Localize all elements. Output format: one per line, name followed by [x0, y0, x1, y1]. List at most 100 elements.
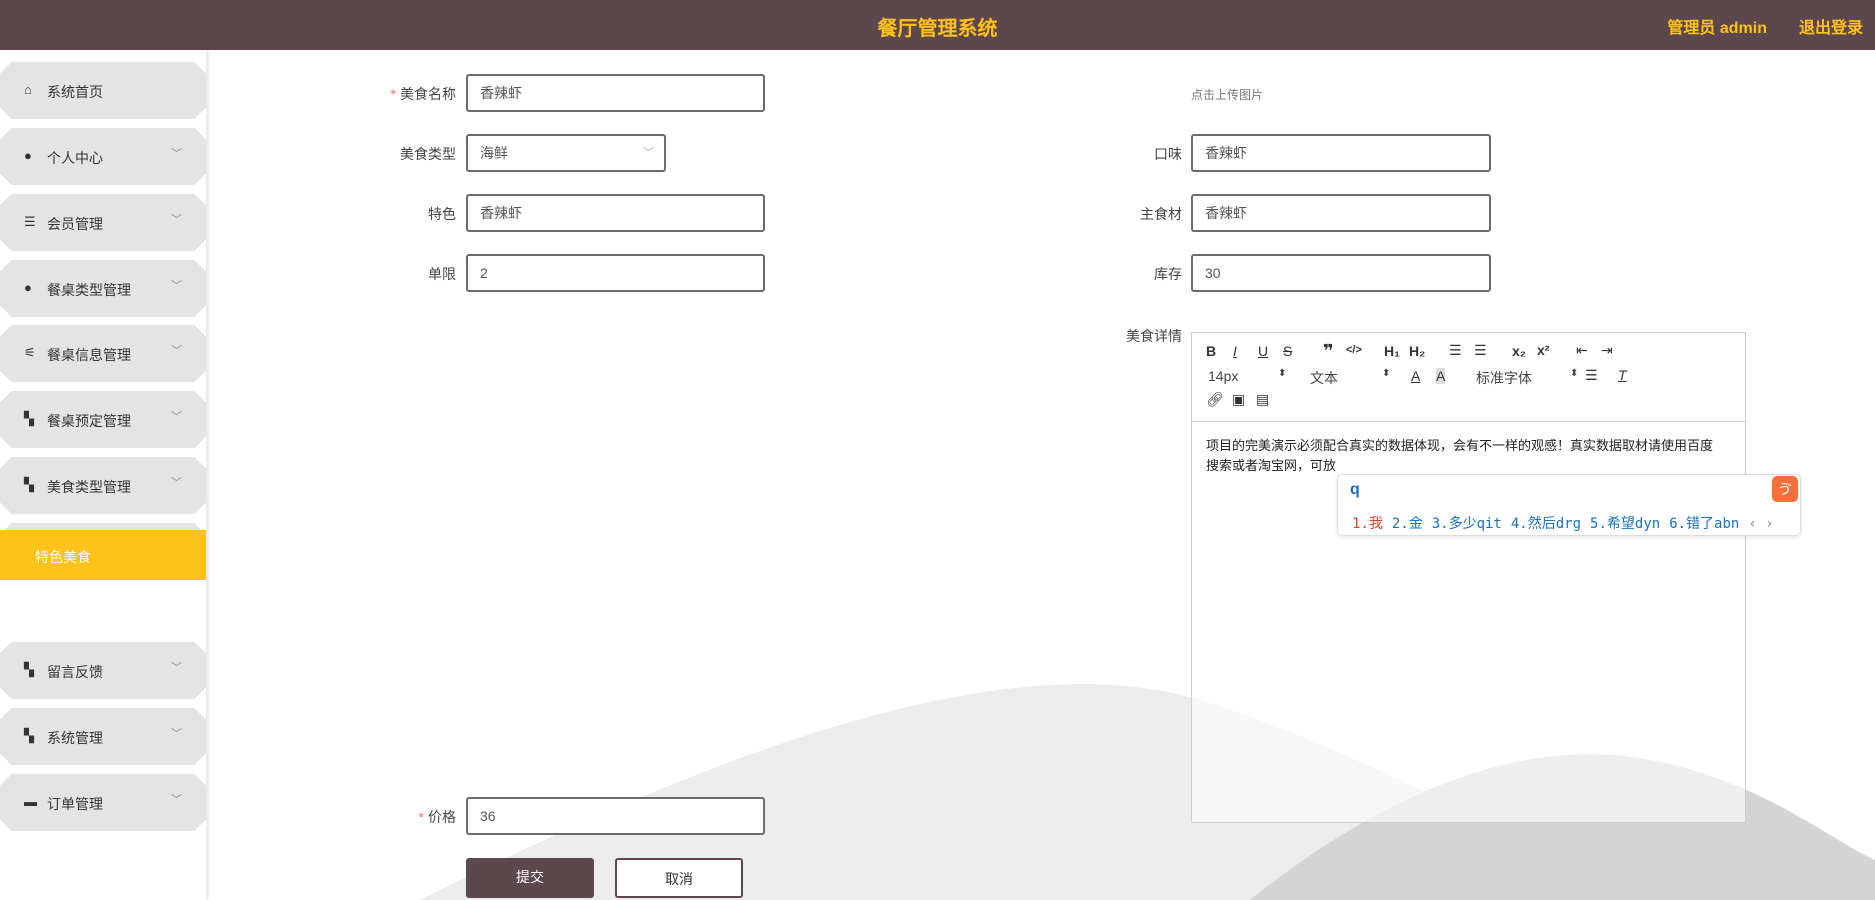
h2-icon[interactable]: H₂	[1409, 343, 1425, 359]
list-icon: ☰	[24, 214, 36, 229]
sidebar-item[interactable]: ⌂ 系统首页	[0, 62, 206, 119]
price-input[interactable]: 36	[466, 797, 765, 835]
ime-page-nav[interactable]: ‹ ›	[1748, 516, 1773, 532]
chevron-icon: ﹀	[171, 728, 182, 740]
name-label: * 美食名称	[336, 84, 456, 104]
background-color-icon[interactable]: A	[1436, 368, 1446, 384]
editor-toolbar: B I U S ❞ </> H₁ H₂ ☰ ☰ x₂ x² ⇤ ⇥ 14px ⬍ …	[1192, 333, 1745, 422]
grid-icon: ▚	[24, 411, 34, 426]
sidebar-item-label: 会员管理	[47, 216, 103, 232]
sidebar-item[interactable]: ▚ 美食类型管理 ﹀	[0, 457, 206, 514]
sidebar-item[interactable]: ☰ 会员管理 ﹀	[0, 194, 206, 251]
ime-candidate[interactable]: 2.金	[1392, 516, 1423, 532]
superscript-icon[interactable]: x²	[1537, 342, 1549, 358]
required-mark: *	[418, 809, 424, 825]
logout-link[interactable]: 退出登录	[1799, 14, 1863, 38]
code-icon[interactable]: </>	[1346, 344, 1362, 356]
limit-input[interactable]: 2	[466, 254, 765, 292]
top-header: 餐厅管理系统 管理员 admin 退出登录	[0, 0, 1875, 50]
app-title: 餐厅管理系统	[877, 18, 998, 40]
link-icon[interactable]: 🔗︎	[1206, 391, 1224, 408]
sidebar-item-label: 餐桌类型管理	[47, 282, 131, 298]
ime-logo-icon: ゔ	[1772, 476, 1798, 502]
italic-icon[interactable]: I	[1233, 343, 1237, 359]
sidebar-item-label: 订单管理	[47, 796, 103, 812]
chevron-icon: ﹀	[171, 214, 182, 226]
outdent-icon[interactable]: ⇤	[1576, 342, 1588, 359]
sidebar-item[interactable]: ▚ 留言反馈 ﹀	[0, 642, 206, 699]
text-color-icon[interactable]: A	[1411, 368, 1420, 384]
sidebar-item-label: 系统首页	[47, 84, 103, 100]
grid-icon: ▚	[24, 477, 34, 492]
price-label-text: 价格	[428, 809, 456, 825]
sidebar-item[interactable]: ● 个人中心 ﹀	[0, 128, 206, 185]
ime-candidate[interactable]: 4.然后drg	[1511, 516, 1581, 532]
cancel-button[interactable]: 取消	[615, 858, 743, 898]
clear-format-icon[interactable]: T	[1618, 367, 1627, 383]
sidebar-item[interactable]: ▬ 订单管理 ﹀	[0, 774, 206, 831]
name-label-text: 美食名称	[400, 86, 456, 102]
taste-input[interactable]: 香辣虾	[1191, 134, 1491, 172]
video-icon[interactable]: ▤	[1256, 391, 1269, 408]
current-user: 管理员 admin	[1667, 20, 1767, 37]
chevron-icon: ﹀	[171, 662, 182, 674]
ime-candidates: 1.我 2.金 3.多少qit 4.然后drg 5.希望dyn 6.错了abn ‹ ›	[1352, 513, 1783, 533]
chevron-icon: ﹀	[171, 411, 182, 423]
taste-label: 口味	[1154, 146, 1182, 162]
feature-input[interactable]: 香辣虾	[466, 194, 765, 232]
subscript-icon[interactable]: x₂	[1512, 343, 1526, 359]
ime-candidate[interactable]: 5.希望dyn	[1590, 516, 1660, 532]
rich-text-editor[interactable]: B I U S ❞ </> H₁ H₂ ☰ ☰ x₂ x² ⇤ ⇥ 14px ⬍ …	[1191, 332, 1746, 823]
sidebar-subitem-featured-food[interactable]: 特色美食	[0, 530, 206, 580]
chevron-icon: ﹀	[171, 280, 182, 292]
block-format-select[interactable]: 文本 ⬍	[1310, 368, 1390, 388]
chevron-icon: ﹀	[171, 148, 182, 160]
indent-icon[interactable]: ⇥	[1601, 342, 1613, 359]
ingredient-label: 主食材	[1140, 206, 1182, 222]
ime-candidate-popup: q ゔ 1.我 2.金 3.多少qit 4.然后drg 5.希望dyn 6.错了abn ‹ …	[1337, 474, 1801, 536]
ime-candidate[interactable]: 3.多少qit	[1432, 516, 1502, 532]
upload-image-link[interactable]: 点击上传图片	[1191, 86, 1263, 103]
font-size-value: 14px	[1208, 368, 1239, 384]
user-icon: ●	[24, 148, 32, 163]
detail-label: 美食详情	[1126, 328, 1182, 344]
ime-candidate[interactable]: 1.我	[1352, 516, 1383, 532]
bulb-icon: ●	[24, 280, 32, 295]
sidebar-item[interactable]: ▚ 餐桌预定管理 ﹀	[0, 391, 206, 448]
align-icon[interactable]: ☰	[1585, 367, 1598, 384]
chevron-down-icon: ﹀	[643, 147, 654, 159]
ticket-icon: ▬	[24, 794, 37, 809]
block-format-value: 文本	[1310, 370, 1338, 386]
ordered-list-icon[interactable]: ☰	[1449, 342, 1462, 359]
type-select[interactable]: 海鲜 ﹀	[466, 134, 666, 172]
home-icon: ⌂	[24, 82, 32, 97]
sidebar-item-label: 个人中心	[47, 150, 103, 166]
font-family-value: 标准字体	[1476, 370, 1532, 386]
blockquote-icon[interactable]: ❞	[1323, 341, 1334, 362]
font-family-select[interactable]: 标准字体 ⬍	[1476, 368, 1578, 388]
name-input[interactable]: 香辣虾	[466, 74, 765, 112]
updown-icon: ⬍	[1278, 368, 1287, 379]
image-icon[interactable]: ▣	[1232, 391, 1245, 408]
underline-icon[interactable]: U	[1258, 343, 1268, 359]
feature-label: 特色	[428, 206, 456, 222]
sidebar-item[interactable]: ▚ 系统管理 ﹀	[0, 708, 206, 765]
sidebar-item[interactable]: ● 餐桌类型管理 ﹀	[0, 260, 206, 317]
sidebar-item-label: 餐桌预定管理	[47, 413, 131, 429]
h1-icon[interactable]: H₁	[1384, 343, 1400, 359]
sidebar-item[interactable]: ⚟ 餐桌信息管理 ﹀	[0, 325, 206, 382]
grid-icon: ▚	[24, 728, 34, 743]
bullet-list-icon[interactable]: ☰	[1474, 342, 1487, 359]
limit-label: 单限	[428, 266, 456, 282]
bold-icon[interactable]: B	[1206, 343, 1216, 359]
chevron-icon: ﹀	[171, 345, 182, 357]
ingredient-input[interactable]: 香辣虾	[1191, 194, 1491, 232]
font-size-select[interactable]: 14px ⬍	[1208, 368, 1286, 384]
type-label: 美食类型	[400, 146, 456, 162]
grid-icon: ▚	[24, 662, 34, 677]
ime-candidate[interactable]: 6.错了abn	[1669, 516, 1739, 532]
stock-input[interactable]: 30	[1191, 254, 1491, 292]
strike-icon[interactable]: S	[1283, 343, 1292, 359]
sliders-icon: ⚟	[24, 345, 36, 360]
submit-button[interactable]: 提交	[466, 858, 594, 898]
